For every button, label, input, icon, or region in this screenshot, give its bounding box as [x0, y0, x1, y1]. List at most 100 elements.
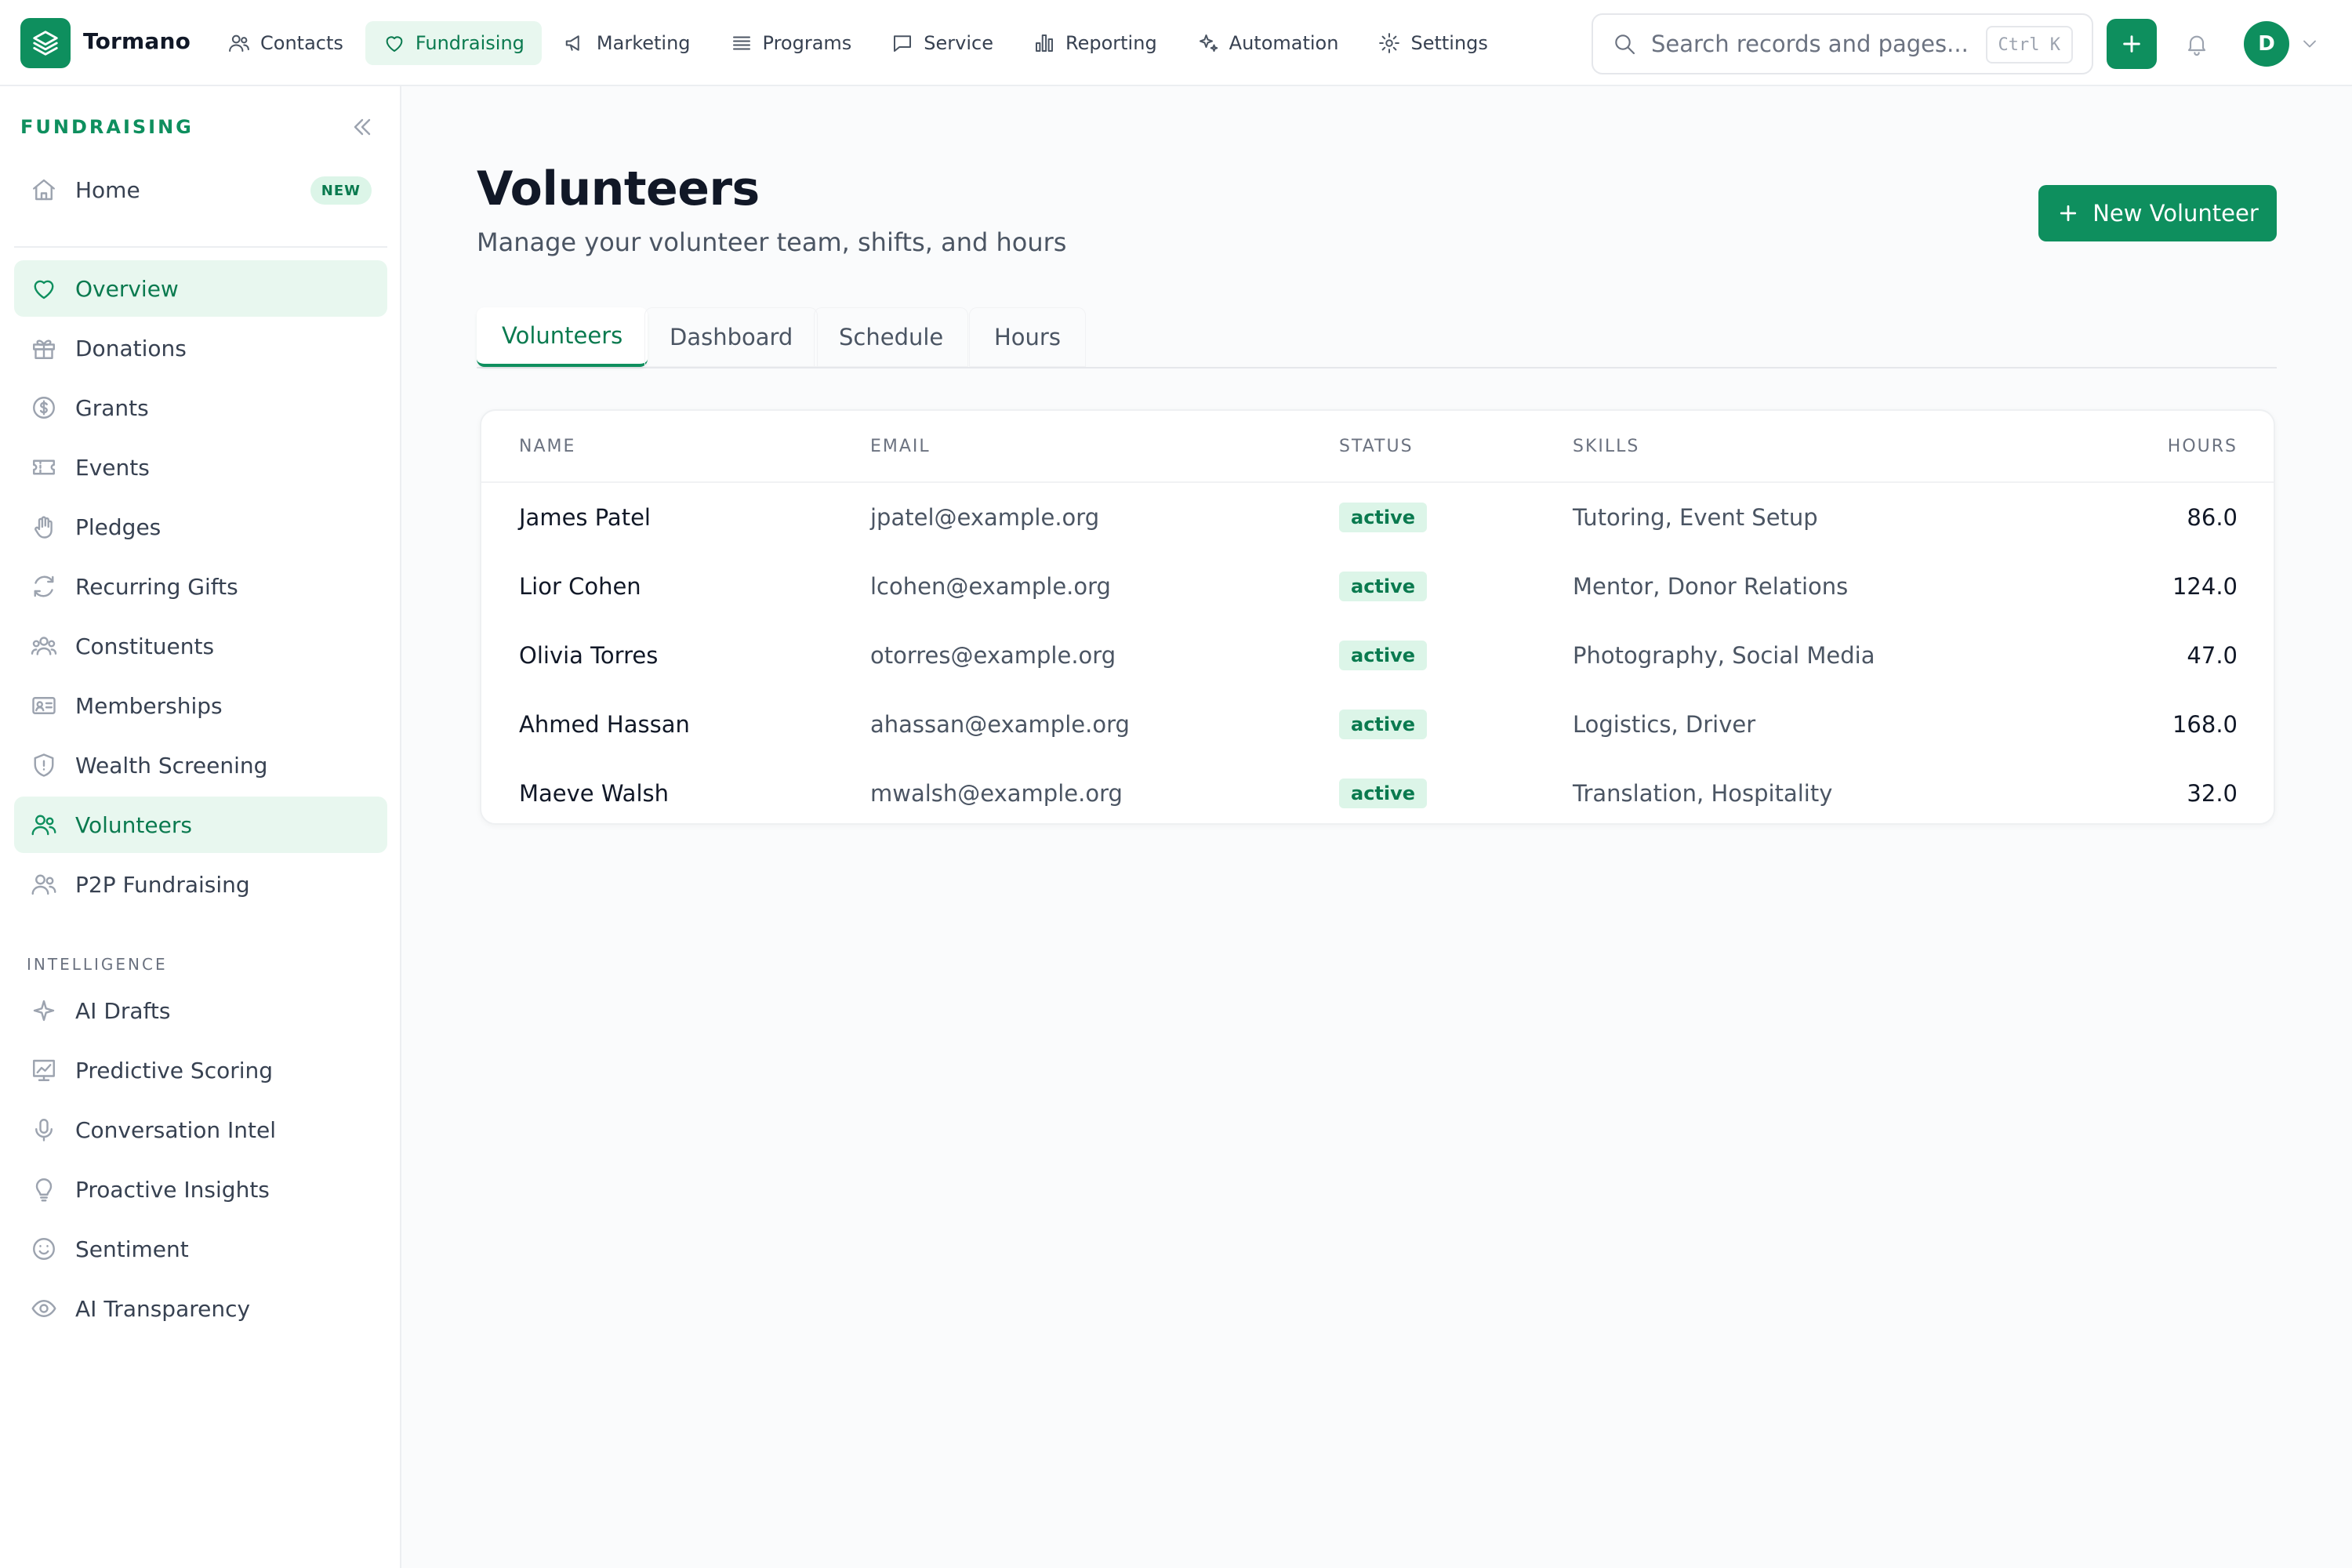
sparkles-icon	[1199, 34, 1218, 52]
nav-reporting-label: Reporting	[1065, 32, 1157, 54]
sidebar-item-sentiment[interactable]: Sentiment	[14, 1221, 387, 1277]
sidebar-item-label: AI Transparency	[75, 1295, 251, 1322]
lightbulb-icon	[35, 1178, 53, 1202]
sidebar-item-memberships[interactable]: Memberships	[14, 677, 387, 734]
tab-volunteers[interactable]: Volunteers	[477, 307, 648, 367]
sparkle-icon	[33, 1000, 55, 1022]
cell-name: Olivia Torres	[519, 642, 659, 669]
tab-dashboard[interactable]: Dashboard	[644, 307, 818, 367]
page-title: Volunteers	[477, 162, 760, 216]
sidebar-item-home[interactable]: Home NEW	[14, 162, 387, 218]
status-badge: active	[1339, 641, 1428, 670]
sidebar-item-wealth-screening[interactable]: Wealth Screening	[14, 737, 387, 793]
nav-automation-label: Automation	[1229, 32, 1339, 54]
nav-settings[interactable]: Settings	[1360, 21, 1504, 65]
nav-programs-label: Programs	[762, 32, 852, 54]
top-nav: Contacts Fundraising Marketing Programs …	[210, 21, 1510, 65]
sidebar-item-label: Home	[75, 176, 140, 203]
cell-email: lcohen@example.org	[870, 573, 1111, 600]
cell-email: ahassan@example.org	[870, 711, 1130, 738]
tab-hours[interactable]: Hours	[969, 307, 1086, 367]
group-icon	[31, 637, 57, 655]
notifications-button[interactable]	[2172, 19, 2222, 69]
nav-marketing[interactable]: Marketing	[546, 21, 708, 65]
sidebar-item-grants[interactable]: Grants	[14, 379, 387, 436]
eye-icon	[31, 1300, 56, 1317]
cell-status: active	[1339, 483, 1428, 552]
table-row[interactable]: James Patel jpatel@example.org active Tu…	[481, 483, 2274, 552]
cell-status: active	[1339, 690, 1428, 759]
cell-skills: Photography, Social Media	[1573, 642, 1875, 669]
new-volunteer-button[interactable]: New Volunteer	[2038, 185, 2277, 241]
sidebar-item-overview[interactable]: Overview	[14, 260, 387, 317]
column-header-email[interactable]: EMAIL	[870, 411, 931, 481]
search-shortcut: Ctrl K	[1985, 26, 2073, 64]
column-header-name[interactable]: NAME	[519, 411, 575, 481]
cell-hours: 47.0	[2187, 642, 2238, 669]
sidebar-item-label: Predictive Scoring	[75, 1057, 274, 1083]
sidebar-item-predictive-scoring[interactable]: Predictive Scoring	[14, 1042, 387, 1098]
sidebar-item-label: Overview	[75, 275, 179, 302]
sidebar-item-label: Grants	[75, 394, 149, 421]
sidebar-item-proactive-insights[interactable]: Proactive Insights	[14, 1161, 387, 1218]
id-card-icon	[32, 697, 56, 714]
nav-reporting[interactable]: Reporting	[1015, 21, 1174, 65]
sidebar-item-label: Donations	[75, 335, 187, 361]
sidebar-item-volunteers[interactable]: Volunteers	[14, 797, 387, 853]
collapse-sidebar-icon[interactable]	[348, 113, 376, 141]
sidebar-item-events[interactable]: Events	[14, 439, 387, 495]
sidebar-title: FUNDRAISING	[20, 116, 194, 138]
sidebar-item-donations[interactable]: Donations	[14, 320, 387, 376]
brand-name[interactable]: Tormano	[83, 28, 191, 54]
nav-service[interactable]: Service	[873, 21, 1011, 65]
sidebar-item-ai-drafts[interactable]: AI Drafts	[14, 982, 387, 1039]
tab-schedule[interactable]: Schedule	[814, 307, 968, 367]
users-icon	[31, 815, 56, 836]
table-row[interactable]: Maeve Walsh mwalsh@example.org active Tr…	[481, 759, 2274, 823]
nav-settings-label: Settings	[1410, 32, 1488, 54]
logo-icon[interactable]	[20, 18, 71, 68]
column-header-status[interactable]: STATUS	[1339, 411, 1414, 481]
avatar[interactable]: D	[2244, 21, 2289, 67]
sidebar-divider	[14, 246, 387, 248]
volunteers-table: NAME EMAIL STATUS SKILLS HOURS James Pat…	[480, 409, 2275, 825]
status-badge: active	[1339, 710, 1428, 739]
cell-hours: 32.0	[2187, 780, 2238, 807]
status-badge: active	[1339, 503, 1428, 532]
search-box[interactable]: Search records and pages... Ctrl K	[1592, 13, 2093, 74]
sidebar-item-label: Conversation Intel	[75, 1116, 277, 1143]
column-header-hours[interactable]: HOURS	[2168, 411, 2238, 481]
plus-icon	[2123, 35, 2140, 53]
cell-status: active	[1339, 552, 1428, 621]
nav-contacts[interactable]: Contacts	[210, 21, 361, 65]
sidebar-item-conversation-intel[interactable]: Conversation Intel	[14, 1102, 387, 1158]
megaphone-icon	[565, 35, 579, 51]
cell-email: mwalsh@example.org	[870, 780, 1123, 807]
top-bar: Tormano Contacts Fundraising Marketing P…	[0, 0, 2352, 86]
column-header-skills[interactable]: SKILLS	[1573, 411, 1639, 481]
status-badge: active	[1339, 779, 1428, 808]
chat-icon	[894, 35, 912, 52]
nav-marketing-label: Marketing	[596, 32, 691, 54]
search-input[interactable]: Search records and pages...	[1651, 31, 1969, 57]
cell-status: active	[1339, 621, 1428, 690]
home-icon	[33, 179, 55, 201]
plus-icon	[2060, 205, 2077, 222]
nav-programs[interactable]: Programs	[713, 21, 869, 65]
table-row[interactable]: Lior Cohen lcohen@example.org active Men…	[481, 552, 2274, 621]
sidebar-item-ai-transparency[interactable]: AI Transparency	[14, 1280, 387, 1337]
sidebar-item-recurring-gifts[interactable]: Recurring Gifts	[14, 558, 387, 615]
cell-skills: Translation, Hospitality	[1573, 780, 1833, 807]
nav-automation[interactable]: Automation	[1179, 21, 1356, 65]
sidebar-item-pledges[interactable]: Pledges	[14, 499, 387, 555]
chevron-down-icon[interactable]	[2299, 33, 2321, 55]
table-row[interactable]: Ahmed Hassan ahassan@example.org active …	[481, 690, 2274, 759]
sidebar-item-label: Sentiment	[75, 1236, 189, 1262]
cell-email: otorres@example.org	[870, 642, 1116, 669]
sidebar-item-p2p-fundraising[interactable]: P2P Fundraising	[14, 856, 387, 913]
quick-add-button[interactable]	[2107, 19, 2157, 69]
table-row[interactable]: Olivia Torres otorres@example.org active…	[481, 621, 2274, 690]
sidebar-item-label: Pledges	[75, 514, 162, 540]
sidebar-item-constituents[interactable]: Constituents	[14, 618, 387, 674]
nav-fundraising[interactable]: Fundraising	[365, 21, 542, 65]
